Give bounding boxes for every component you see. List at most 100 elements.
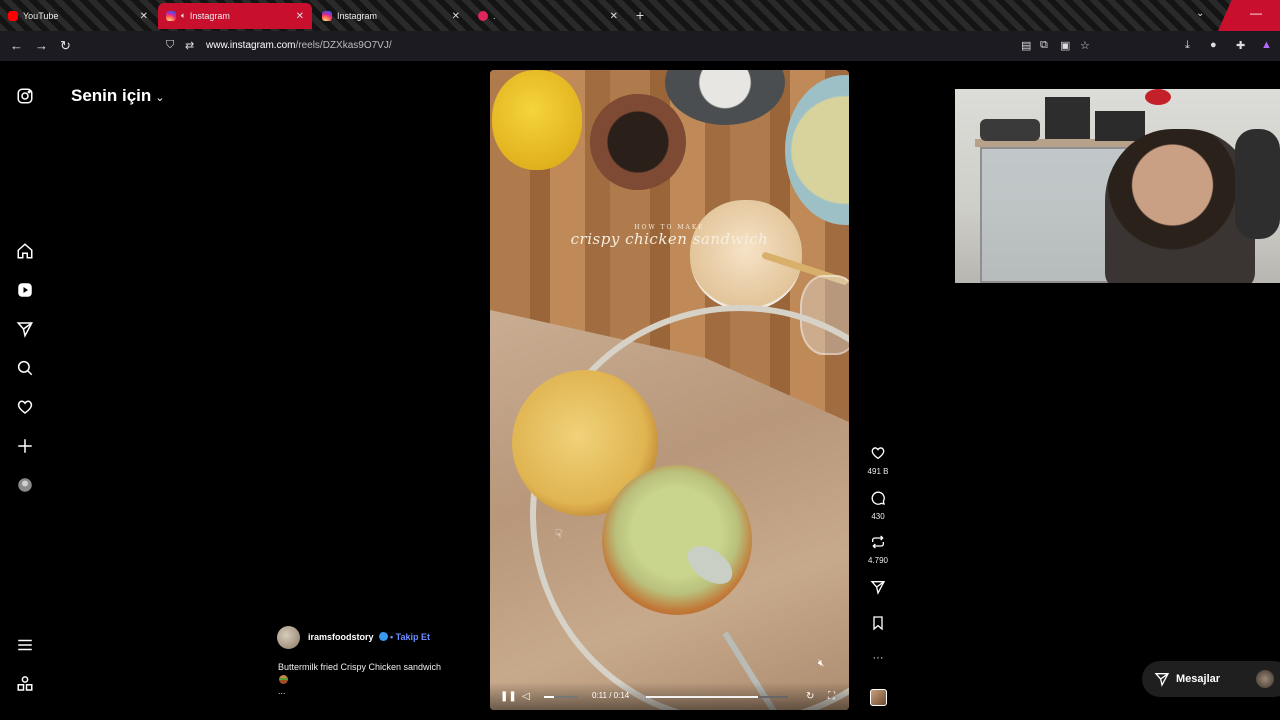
home-icon[interactable] (16, 242, 34, 260)
messages-label: Mesajlar (1176, 673, 1221, 685)
webcam-frame (1045, 97, 1090, 139)
picture-in-picture-icon[interactable]: ⧉ (1040, 39, 1048, 52)
menu-icon[interactable] (16, 636, 34, 654)
repost-button[interactable]: 4.790 (866, 534, 890, 565)
tab-instagram[interactable]: Instagram ✕ (314, 3, 468, 29)
muted-speaker-icon[interactable]: 🔇︎ (818, 658, 824, 669)
video-frame (590, 94, 686, 190)
downloads-icon[interactable]: ⤓ (1185, 39, 1190, 52)
address-bar[interactable]: www.instagram.com/reels/DZXkas9O7VJ/ (206, 40, 392, 51)
reload-icon[interactable]: ↻ (60, 38, 71, 54)
browser-toolbar: ← → ↻ ⛉ ⇄ www.instagram.com/reels/DZXkas… (0, 31, 1280, 61)
more-options-button[interactable]: ··· (866, 652, 890, 664)
permissions-icon[interactable]: ⇄ (185, 39, 194, 52)
reel-video-player[interactable]: HOW TO MAKE crispy chicken sandwich 🔇︎ ❚… (490, 70, 849, 710)
tab-instagram-active[interactable]: 🔈︎ Instagram ✕ (158, 3, 312, 29)
post-caption: Buttermilk fried Crispy Chicken sandwich (278, 662, 442, 672)
screenshot-icon[interactable]: ▣ (1060, 39, 1070, 52)
video-frame (602, 465, 752, 615)
tab-list-button[interactable]: ⌄ (1196, 8, 1204, 19)
webcam-frame (1145, 89, 1171, 105)
post-username[interactable]: iramsfoodstory (308, 632, 374, 642)
reels-icon[interactable] (16, 281, 34, 299)
speaker-icon[interactable]: 🔈︎ (181, 11, 186, 21)
video-frame (492, 70, 582, 170)
instagram-favicon-icon (166, 11, 176, 21)
youtube-favicon-icon (8, 11, 18, 21)
webcam-frame (1235, 129, 1280, 239)
like-button[interactable]: 491 B (866, 445, 890, 476)
playback-time: 0:11 / 0:14 (592, 691, 630, 700)
pause-icon[interactable]: ❚❚ (500, 691, 517, 702)
close-tab-icon[interactable]: ✕ (140, 11, 148, 22)
shield-icon[interactable]: ⛉ (166, 39, 174, 52)
like-count: 491 B (867, 467, 889, 476)
webcam-frame (1095, 111, 1145, 141)
video-overlay-title: crispy chicken sandwich (570, 230, 769, 248)
webcam-frame (980, 119, 1040, 141)
save-button[interactable] (866, 615, 890, 636)
webcam-overlay (955, 89, 1280, 283)
close-tab-icon[interactable]: ✕ (452, 11, 460, 22)
volume-level (544, 696, 555, 698)
bookmark-icon (873, 616, 883, 631)
fullscreen-icon[interactable]: ⛶ (828, 691, 835, 702)
volume-icon[interactable]: ◁ (522, 691, 530, 702)
feed-title: Senin için (71, 86, 152, 105)
instagram-logo-icon[interactable] (16, 87, 34, 105)
minimize-button[interactable]: — (1250, 6, 1262, 20)
tab-youtube[interactable]: YouTube ✕ (0, 3, 156, 29)
replay-icon[interactable]: ↻ (806, 691, 814, 702)
follow-button[interactable]: • Takip Et (390, 632, 430, 642)
progress-fill (646, 696, 759, 698)
video-frame (690, 200, 802, 310)
tab-other[interactable]: . ✕ (470, 3, 626, 29)
post-author-avatar[interactable] (277, 626, 300, 649)
bookmark-star-icon[interactable]: ☆ (1080, 39, 1090, 52)
window-controls: — (1218, 0, 1280, 31)
share-button[interactable] (866, 579, 890, 600)
volume-slider[interactable] (544, 696, 578, 698)
new-tab-button[interactable]: + (636, 7, 644, 23)
tab-label: . (493, 11, 496, 21)
repost-icon (872, 535, 884, 549)
comment-count: 430 (871, 512, 885, 521)
feed-selector[interactable]: Senin için ⌄ (71, 86, 165, 106)
chevron-down-icon: ⌄ (155, 92, 165, 104)
meta-apps-icon[interactable] (16, 675, 34, 693)
comment-button[interactable]: 430 (866, 490, 890, 521)
reader-view-icon[interactable]: ▤ (1021, 39, 1031, 52)
forward-arrow-icon[interactable]: → (35, 38, 48, 53)
account-icon[interactable]: ● (1210, 39, 1217, 51)
tab-label: YouTube (23, 11, 59, 21)
direct-icon (1154, 673, 1170, 687)
progress-bar[interactable] (646, 696, 788, 698)
video-controls: ❚❚ ◁ 0:11 / 0:14 ↻ ⛶ (490, 682, 849, 710)
url-path: /reels/DZXkas9O7VJ/ (295, 40, 392, 51)
tab-label: Instagram (189, 11, 230, 21)
plus-icon[interactable] (16, 437, 34, 455)
site-favicon-icon (478, 11, 488, 21)
profile-avatar[interactable] (16, 476, 34, 494)
back-arrow-icon[interactable]: ← (10, 38, 23, 53)
heart-icon[interactable] (16, 398, 34, 416)
close-tab-icon[interactable]: ✕ (610, 11, 618, 22)
messages-button[interactable]: Mesajlar (1142, 661, 1280, 697)
comment-icon (871, 491, 885, 505)
mouse-cursor-icon: ☟ (555, 527, 563, 541)
repost-count: 4.790 (867, 556, 889, 565)
heart-icon (871, 447, 885, 460)
share-icon (870, 581, 886, 595)
caption-more-button[interactable]: ... (278, 686, 286, 696)
extensions-icon[interactable]: ✚ (1236, 39, 1245, 52)
direct-messages-icon[interactable] (16, 320, 34, 338)
instagram-favicon-icon (322, 11, 332, 21)
search-icon[interactable] (16, 359, 34, 377)
extension-badge-icon[interactable]: ▲ (1261, 39, 1272, 51)
burger-emoji-icon (279, 675, 288, 684)
close-tab-icon[interactable]: ✕ (296, 11, 304, 22)
verified-badge-icon (379, 632, 388, 641)
audio-thumbnail[interactable] (870, 689, 887, 706)
webcam-frame (1105, 129, 1255, 283)
browser-tab-strip: YouTube ✕ 🔈︎ Instagram ✕ Instagram ✕ . ✕… (0, 0, 1280, 31)
